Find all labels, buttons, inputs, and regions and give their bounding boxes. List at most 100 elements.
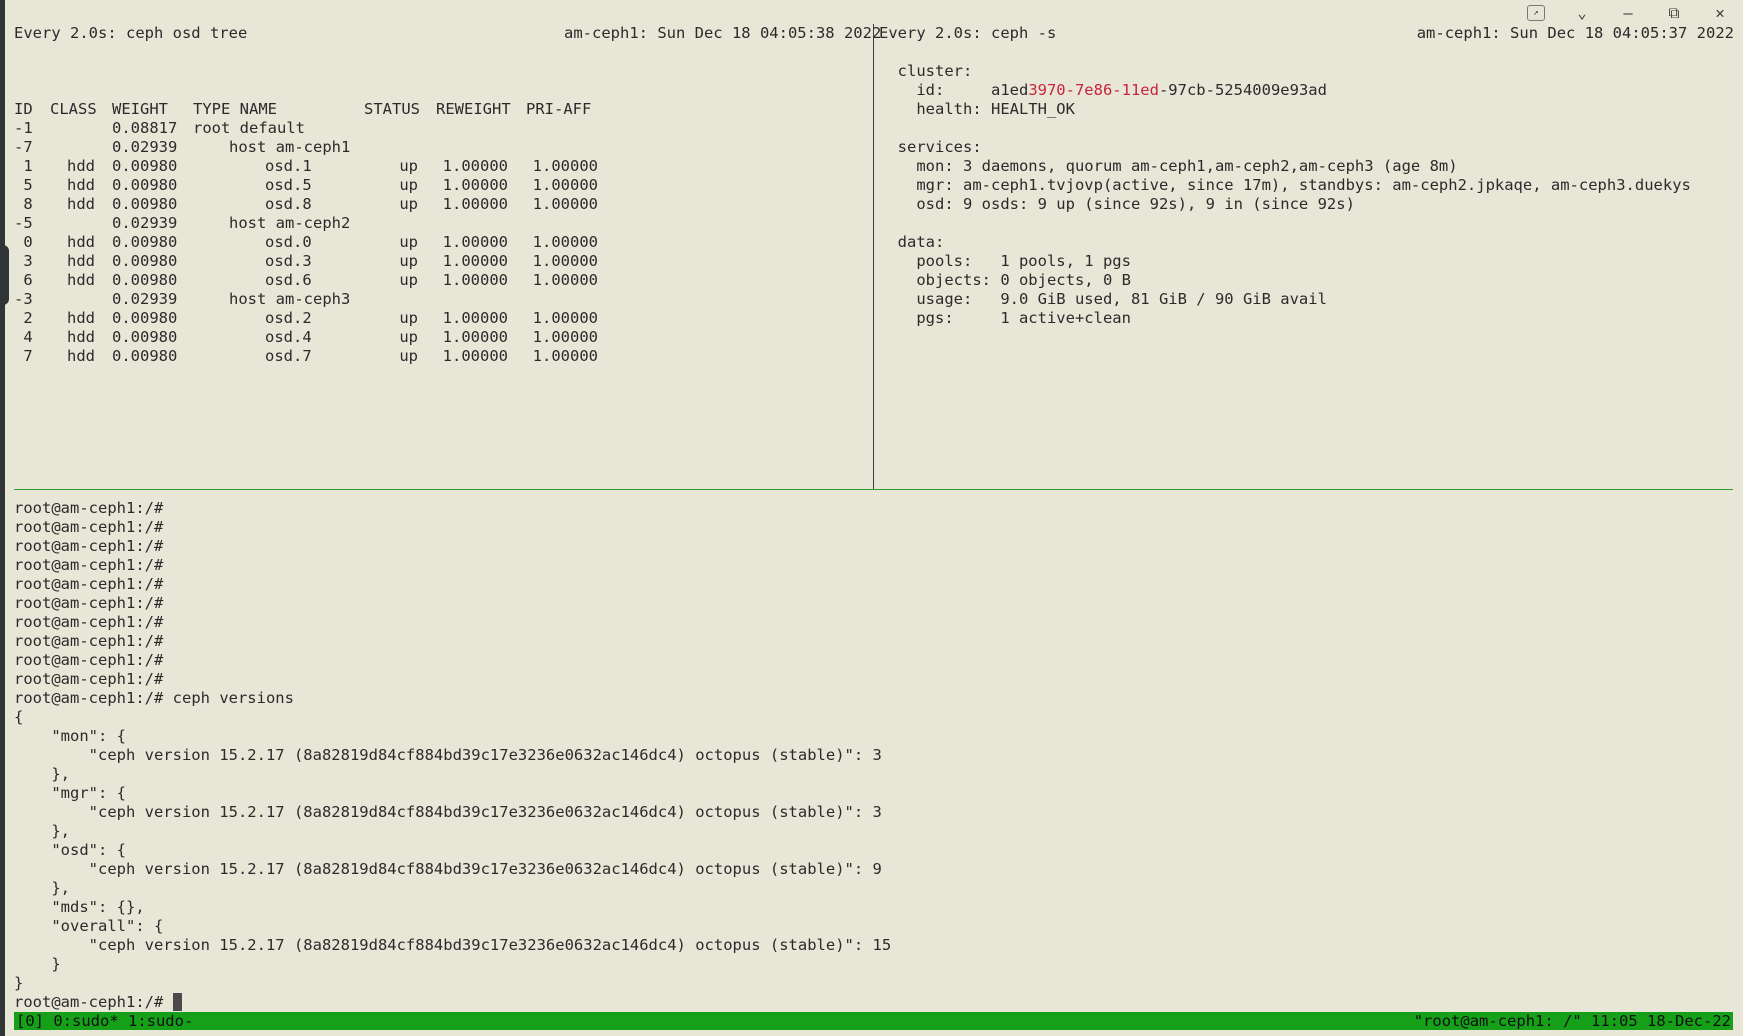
osd-pri-aff bbox=[526, 214, 598, 233]
col-header-id: ID bbox=[14, 100, 33, 118]
osd-class: hdd bbox=[67, 271, 95, 289]
data-label: data: bbox=[879, 233, 945, 251]
osd-pri-aff: 1.00000 bbox=[532, 328, 598, 346]
tmux-status-bar: [0] 0:sudo* 1:sudo- "root@am-ceph1: /" 1… bbox=[14, 1012, 1733, 1030]
osd-weight: 0.00980 bbox=[112, 176, 178, 194]
osd-status: up bbox=[399, 347, 418, 365]
ceph-status-timestamp: am-ceph1: Sun Dec 18 04:05:37 2022 bbox=[1416, 24, 1734, 42]
minimize-button[interactable]: – bbox=[1605, 0, 1651, 26]
osd-type-name: osd.1 bbox=[265, 157, 312, 175]
window-controls: ↗ ⌄ – ⧉ ✕ bbox=[1513, 0, 1743, 26]
osd-pri-aff bbox=[526, 119, 598, 138]
shell-prompt-line: root@am-ceph1:/# bbox=[14, 651, 164, 669]
minimize-icon: – bbox=[1623, 4, 1633, 22]
shell-prompt-line: root@am-ceph1:/# bbox=[14, 613, 164, 631]
horizontal-pane-divider[interactable] bbox=[14, 489, 1733, 490]
osd-tree-row: -1 0.08817 root default bbox=[14, 119, 598, 138]
osd-class: hdd bbox=[67, 328, 95, 346]
close-button[interactable]: ✕ bbox=[1697, 0, 1743, 26]
command-output-line: "ceph version 15.2.17 (8a82819d84cf884bd… bbox=[14, 860, 882, 878]
osd-class: hdd bbox=[67, 252, 95, 270]
vertical-pane-divider[interactable] bbox=[873, 24, 874, 489]
osd-pri-aff: 1.00000 bbox=[532, 309, 598, 327]
osd-weight: 0.00980 bbox=[112, 309, 178, 327]
osd-weight: 0.00980 bbox=[112, 347, 178, 365]
osd-tree-row: -3 0.02939 host am-ceph3 bbox=[14, 290, 598, 309]
command-output-line: "ceph version 15.2.17 (8a82819d84cf884bd… bbox=[14, 936, 892, 954]
osd-weight: 0.02939 bbox=[112, 214, 178, 232]
osd-type-name: osd.0 bbox=[265, 233, 312, 251]
command-output-line: "mgr": { bbox=[14, 784, 126, 802]
shell-active-line[interactable]: root@am-ceph1:/# bbox=[14, 993, 891, 1012]
osd-weight: 0.08817 bbox=[112, 119, 178, 137]
osd-class bbox=[50, 214, 112, 233]
services-osd: osd: 9 osds: 9 up (since 92s), 9 in (sin… bbox=[879, 195, 1355, 213]
command-output-line: "mon": { bbox=[14, 727, 126, 745]
osd-weight: 0.02939 bbox=[112, 138, 178, 156]
shell-active-prompt: root@am-ceph1:/# bbox=[14, 993, 173, 1011]
data-objects: objects: 0 objects, 0 B bbox=[879, 271, 1131, 289]
restore-button[interactable]: ⧉ bbox=[1651, 0, 1697, 26]
shell-prompt-line: root@am-ceph1:/# bbox=[14, 632, 164, 650]
services-mgr: mgr: am-ceph1.tvjovp(active, since 17m),… bbox=[879, 176, 1691, 194]
osd-reweight: 1.00000 bbox=[442, 328, 508, 346]
command-output-line: }, bbox=[14, 765, 70, 783]
osd-reweight: 1.00000 bbox=[442, 195, 508, 213]
command-output-line: }, bbox=[14, 879, 70, 897]
osd-weight: 0.00980 bbox=[112, 233, 178, 251]
osd-class bbox=[50, 138, 112, 157]
osd-pri-aff: 1.00000 bbox=[532, 195, 598, 213]
osd-type-name: osd.8 bbox=[265, 195, 312, 213]
osd-status: up bbox=[399, 233, 418, 251]
osd-tree-row: 1 hdd 0.00980 osd.1 up 1.00000 1.00000 bbox=[14, 157, 598, 176]
osd-tree-row: -7 0.02939 host am-ceph1 bbox=[14, 138, 598, 157]
osd-reweight bbox=[436, 214, 526, 233]
osd-class: hdd bbox=[67, 309, 95, 327]
osd-id: 8 bbox=[14, 195, 33, 213]
osd-class: hdd bbox=[67, 195, 95, 213]
osd-tree-row: 5 hdd 0.00980 osd.5 up 1.00000 1.00000 bbox=[14, 176, 598, 195]
command-output-line: } bbox=[14, 955, 61, 973]
pin-button[interactable]: ↗ bbox=[1513, 0, 1559, 26]
osd-id: -7 bbox=[14, 138, 33, 156]
osd-tree-row: 4 hdd 0.00980 osd.4 up 1.00000 1.00000 bbox=[14, 328, 598, 347]
osd-type-name: osd.5 bbox=[265, 176, 312, 194]
cluster-label: cluster: bbox=[879, 62, 973, 80]
dropdown-button[interactable]: ⌄ bbox=[1559, 0, 1605, 26]
osd-weight: 0.00980 bbox=[112, 271, 178, 289]
osd-type-name: host am-ceph1 bbox=[229, 138, 351, 156]
shell-prompt-line: root@am-ceph1:/# bbox=[14, 670, 164, 688]
osd-id: -1 bbox=[14, 119, 33, 137]
osd-class: hdd bbox=[67, 233, 95, 251]
osd-id: 4 bbox=[14, 328, 33, 346]
osd-id: 3 bbox=[14, 252, 33, 270]
osd-pri-aff: 1.00000 bbox=[532, 271, 598, 289]
osd-pri-aff bbox=[526, 138, 598, 157]
osd-tree-row: 0 hdd 0.00980 osd.0 up 1.00000 1.00000 bbox=[14, 233, 598, 252]
ceph-status-pane: cluster: id: a1ed3970-7e86-11ed-97cb-525… bbox=[879, 62, 1691, 328]
tmux-window-list[interactable]: [0] 0:sudo* 1:sudo- bbox=[16, 1012, 193, 1030]
osd-type-name: osd.4 bbox=[265, 328, 312, 346]
osd-reweight: 1.00000 bbox=[442, 347, 508, 365]
osd-tree-table: ID CLASS WEIGHT TYPE NAME STATUS REWEIGH… bbox=[14, 100, 598, 366]
osd-class: hdd bbox=[67, 157, 95, 175]
osd-status: up bbox=[399, 328, 418, 346]
shell-pane[interactable]: root@am-ceph1:/# root@am-ceph1:/# root@am-… bbox=[14, 499, 891, 1012]
osd-type-name: root default bbox=[193, 119, 305, 137]
osd-tree-row: 8 hdd 0.00980 osd.8 up 1.00000 1.00000 bbox=[14, 195, 598, 214]
osd-type-name: host am-ceph3 bbox=[229, 290, 351, 308]
osd-pri-aff bbox=[526, 290, 598, 309]
services-mon: mon: 3 daemons, quorum am-ceph1,am-ceph2… bbox=[879, 157, 1458, 175]
shell-prompt: root@am-ceph1:/# bbox=[14, 689, 164, 707]
osd-class bbox=[50, 290, 112, 309]
osd-tree-header-row: ID CLASS WEIGHT TYPE NAME STATUS REWEIGH… bbox=[14, 100, 598, 119]
osd-status: up bbox=[399, 195, 418, 213]
col-header-weight: WEIGHT bbox=[112, 100, 168, 118]
osd-reweight: 1.00000 bbox=[442, 233, 508, 251]
cluster-id-line: id: a1ed3970-7e86-11ed-97cb-5254009e93ad bbox=[879, 81, 1691, 100]
osd-status: up bbox=[399, 252, 418, 270]
osd-status: up bbox=[399, 309, 418, 327]
osd-weight: 0.00980 bbox=[112, 195, 178, 213]
osd-id: 2 bbox=[14, 309, 33, 327]
